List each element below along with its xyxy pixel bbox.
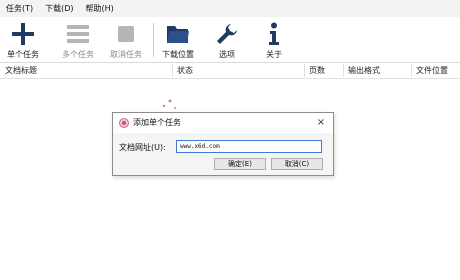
add-multi-task-button[interactable]: 多个任务 xyxy=(58,17,98,62)
menu-help[interactable]: 帮助(H) xyxy=(80,0,120,17)
download-location-label: 下载位置 xyxy=(162,50,194,59)
menu-bar: 任务(T) 下载(D) 帮助(H) xyxy=(0,0,460,17)
download-location-button[interactable]: 下载位置 xyxy=(158,17,198,62)
dialog-title: 添加单个任务 xyxy=(133,118,181,127)
column-status[interactable]: 状态 xyxy=(173,63,193,78)
column-pages[interactable]: 页数 xyxy=(305,63,325,78)
list-icon xyxy=(63,21,93,47)
add-single-task-label: 单个任务 xyxy=(7,50,39,59)
toolbar: 单个任务 多个任务 取消任务 下载位置 选项 关于 xyxy=(0,17,460,63)
cancel-task-button[interactable]: 取消任务 xyxy=(106,17,146,62)
options-button[interactable]: 选项 xyxy=(207,17,247,62)
app-icon xyxy=(119,118,129,128)
toolbar-separator xyxy=(153,23,154,57)
wrench-icon xyxy=(212,21,242,47)
task-list-header: 文档标题 状态 页数 输出格式 文件位置 xyxy=(0,63,460,79)
folder-icon xyxy=(163,21,193,47)
add-single-task-button[interactable]: 单个任务 xyxy=(3,17,43,62)
info-icon xyxy=(259,21,289,47)
options-label: 选项 xyxy=(219,50,235,59)
menu-task[interactable]: 任务(T) xyxy=(0,0,39,17)
column-title[interactable]: 文档标题 xyxy=(1,63,37,78)
menu-download[interactable]: 下载(D) xyxy=(39,0,79,17)
column-output-format[interactable]: 输出格式 xyxy=(344,63,380,78)
add-single-task-dialog: 添加单个任务 × 文档网址(U): www.x6d.com 确定(E) 取消(C… xyxy=(112,112,334,176)
url-input[interactable]: www.x6d.com xyxy=(176,140,322,153)
add-multi-task-label: 多个任务 xyxy=(62,50,94,59)
about-button[interactable]: 关于 xyxy=(254,17,294,62)
about-label: 关于 xyxy=(266,50,282,59)
ok-button[interactable]: 确定(E) xyxy=(214,158,266,170)
dialog-title-bar[interactable]: 添加单个任务 × xyxy=(113,113,333,133)
close-icon[interactable]: × xyxy=(314,113,328,133)
cancel-task-label: 取消任务 xyxy=(110,50,142,59)
stop-icon xyxy=(111,21,141,47)
plus-icon xyxy=(8,21,38,47)
cancel-button[interactable]: 取消(C) xyxy=(271,158,323,170)
column-file-location[interactable]: 文件位置 xyxy=(412,63,448,78)
url-label: 文档网址(U): xyxy=(119,143,166,152)
